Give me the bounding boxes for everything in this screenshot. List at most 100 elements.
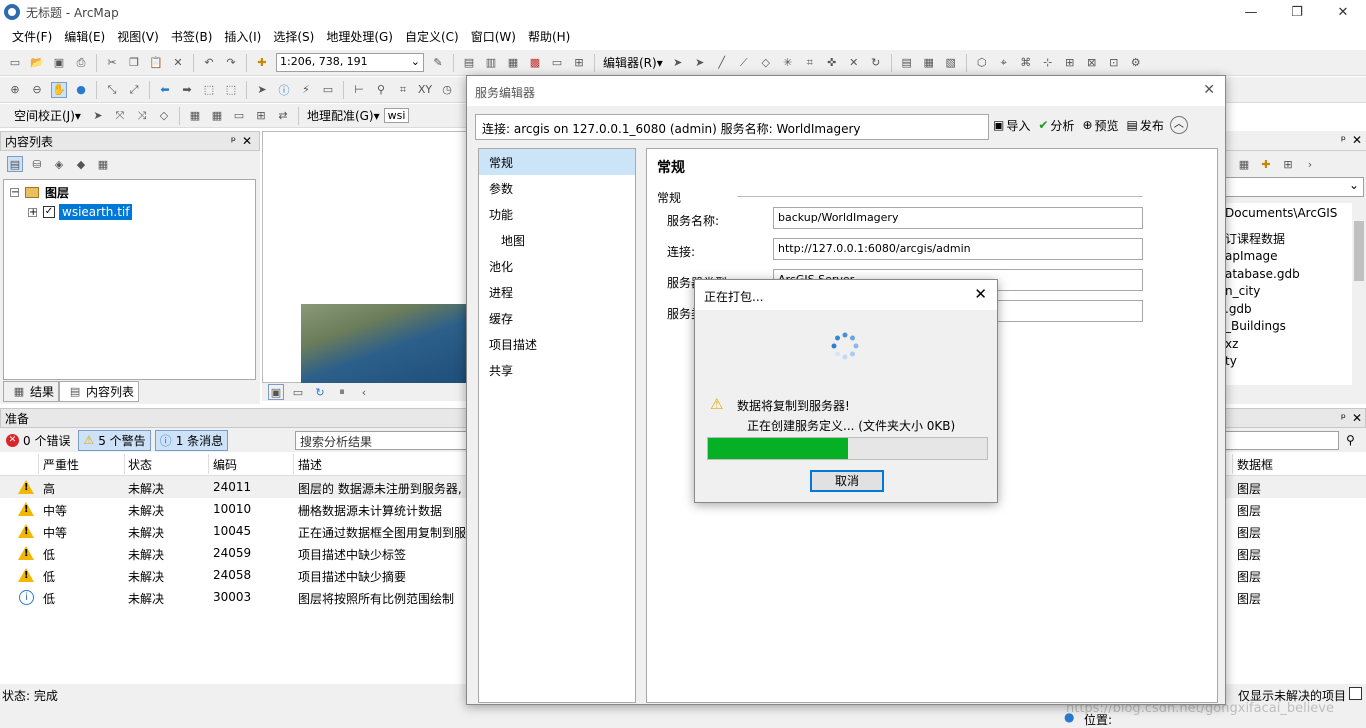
select-elements-icon[interactable]: ➤ <box>254 82 270 98</box>
undo-icon[interactable]: ↶ <box>201 55 217 71</box>
attributes-icon[interactable]: ▤ <box>899 55 915 71</box>
clear-selection-icon[interactable]: ⬚ <box>223 82 239 98</box>
topology-validate-icon[interactable]: ⊞ <box>1062 55 1078 71</box>
topology-icon[interactable]: ⬡ <box>974 55 990 71</box>
catalog-item[interactable]: atabase.gdb <box>1225 266 1352 284</box>
catalog-icon[interactable]: ▥ <box>483 55 499 71</box>
nav-mapping[interactable]: 地图 <box>479 227 635 253</box>
catalog-close-icon[interactable]: ✕ <box>1352 133 1362 147</box>
nav-parameters[interactable]: 参数 <box>479 175 635 201</box>
col-severity[interactable]: 严重性 <box>43 456 79 473</box>
straight-segment-icon[interactable]: ╱ <box>714 55 730 71</box>
paste-icon[interactable]: 📋 <box>148 55 164 71</box>
catalog-item[interactable]: ty <box>1225 353 1352 371</box>
print-icon[interactable]: ⎙ <box>73 55 89 71</box>
cut-polygon-icon[interactable]: ✜ <box>824 55 840 71</box>
minimize-button[interactable]: — <box>1228 0 1274 24</box>
save-icon[interactable]: ▣ <box>51 55 67 71</box>
col-status[interactable]: 状态 <box>128 456 152 473</box>
topology-fix-icon[interactable]: ⊠ <box>1084 55 1100 71</box>
layout-view-icon[interactable]: ▭ <box>290 384 306 400</box>
scroll-left-icon[interactable]: ‹ <box>356 384 372 400</box>
nav-caching[interactable]: 缓存 <box>479 305 635 331</box>
catalog-item[interactable]: _Buildings <box>1225 318 1352 336</box>
warnings-filter[interactable]: ⚠ 5 个警告 <box>78 429 151 451</box>
service-name-input[interactable]: backup/WorldImagery <box>773 207 1143 229</box>
layer-name[interactable]: wsiearth.tif <box>59 204 133 220</box>
menu-geoprocessing[interactable]: 地理处理(G) <box>320 28 399 45</box>
map-view[interactable] <box>262 131 468 384</box>
copy-icon[interactable]: ❐ <box>126 55 142 71</box>
time-slider-icon[interactable]: ◷ <box>439 82 455 98</box>
georeferencing-menu[interactable]: 地理配准(G)▾ <box>307 107 380 124</box>
redo-icon[interactable]: ↷ <box>223 55 239 71</box>
scale-dropdown[interactable]: 1:206, 738, 191 ⌄ <box>276 53 424 72</box>
view-links-icon[interactable]: ▦ <box>209 108 225 124</box>
modelbuilder-icon[interactable]: ⊞ <box>571 55 587 71</box>
catalog-item[interactable]: apImage <box>1225 248 1352 266</box>
catalog-item[interactable]: Documents\ArcGIS <box>1225 205 1352 223</box>
catalog-item[interactable]: .gdb <box>1225 301 1352 319</box>
measure-icon[interactable]: ⊢ <box>351 82 367 98</box>
col-description[interactable]: 描述 <box>298 456 322 473</box>
nav-capabilities[interactable]: 功能 <box>479 201 635 227</box>
link-table-icon[interactable]: ▦ <box>187 108 203 124</box>
menu-customize[interactable]: 自定义(C) <box>399 28 465 45</box>
select-features-icon[interactable]: ⬚ <box>201 82 217 98</box>
arctoolbox-icon[interactable]: ▩ <box>527 55 543 71</box>
refresh-icon[interactable]: ↻ <box>312 384 328 400</box>
pin-icon[interactable]: ᵖ <box>231 134 236 148</box>
new-displacement-link-icon[interactable]: ⤧ <box>112 108 128 124</box>
catalog-options-icon[interactable]: ⊞ <box>1280 156 1296 172</box>
col-data-frame[interactable]: 数据框 <box>1237 456 1273 473</box>
only-unresolved-checkbox[interactable] <box>1349 687 1362 700</box>
reshape-icon[interactable]: ⌗ <box>802 55 818 71</box>
menu-file[interactable]: 文件(F) <box>6 28 58 45</box>
search-window-icon[interactable]: ▦ <box>505 55 521 71</box>
publish-button[interactable]: ▤ 发布 <box>1127 117 1164 134</box>
sketch-icon[interactable]: ⟋ <box>736 55 752 71</box>
menu-bookmarks[interactable]: 书签(B) <box>165 28 219 45</box>
modify-link-icon[interactable]: ⤨ <box>134 108 150 124</box>
cancel-button[interactable]: 取消 <box>810 470 884 492</box>
list-by-drawing-order-icon[interactable]: ▤ <box>7 156 23 172</box>
collapse-up-icon[interactable]: ︿ <box>1169 116 1188 134</box>
import-button[interactable]: ▣ 导入 <box>993 117 1030 134</box>
topology-tool-icon[interactable]: ⌘ <box>1018 55 1034 71</box>
delete-icon[interactable]: ✕ <box>170 55 186 71</box>
spatial-adjustment-menu[interactable]: 空间校正(J)▾ <box>14 107 81 124</box>
menu-edit[interactable]: 编辑(E) <box>58 28 111 45</box>
polygon-icon[interactable]: ◇ <box>758 55 774 71</box>
full-extent-icon[interactable]: ● <box>73 82 89 98</box>
add-data-icon[interactable]: ✚ <box>254 55 270 71</box>
list-by-selection-icon[interactable]: ◆ <box>73 156 89 172</box>
split-tool-icon[interactable]: ✕ <box>846 55 862 71</box>
create-features-icon[interactable]: ▧ <box>943 55 959 71</box>
list-by-visibility-icon[interactable]: ◈ <box>51 156 67 172</box>
nav-pooling[interactable]: 池化 <box>479 253 635 279</box>
scroll-right-icon[interactable]: › <box>1302 156 1318 172</box>
menu-help[interactable]: 帮助(H) <box>522 28 576 45</box>
nav-item-description[interactable]: 项目描述 <box>479 331 635 357</box>
fixed-zoom-in-icon[interactable]: ⤡ <box>104 82 120 98</box>
search-icon[interactable]: ⚲ <box>1346 433 1355 447</box>
connect-folder-icon[interactable]: ✚ <box>1258 156 1274 172</box>
topology-error-icon[interactable]: ⊡ <box>1106 55 1122 71</box>
collapse-icon[interactable]: − <box>10 188 19 198</box>
topology-shared-icon[interactable]: ⊹ <box>1040 55 1056 71</box>
search-results-input[interactable]: 搜索分析结果 <box>295 430 469 450</box>
catalog-location-dropdown[interactable]: ⌄ <box>1225 177 1364 197</box>
catalog-item[interactable]: n_city <box>1225 283 1352 301</box>
nav-processes[interactable]: 进程 <box>479 279 635 305</box>
forward-extent-icon[interactable]: ➡ <box>179 82 195 98</box>
find-route-icon[interactable]: ⌗ <box>395 82 411 98</box>
nav-general[interactable]: 常规 <box>479 149 635 175</box>
adjust-preview-icon[interactable]: ▭ <box>231 108 247 124</box>
topology-edit-icon[interactable]: ⌖ <box>996 55 1012 71</box>
maximize-button[interactable]: ❐ <box>1274 0 1320 24</box>
split-icon[interactable]: ✳ <box>780 55 796 71</box>
edge-match-icon[interactable]: ⊞ <box>253 108 269 124</box>
rotate-icon[interactable]: ↻ <box>868 55 884 71</box>
edit-tool-icon[interactable]: ➤ <box>670 55 686 71</box>
service-editor-close-icon[interactable]: ✕ <box>1203 82 1215 98</box>
